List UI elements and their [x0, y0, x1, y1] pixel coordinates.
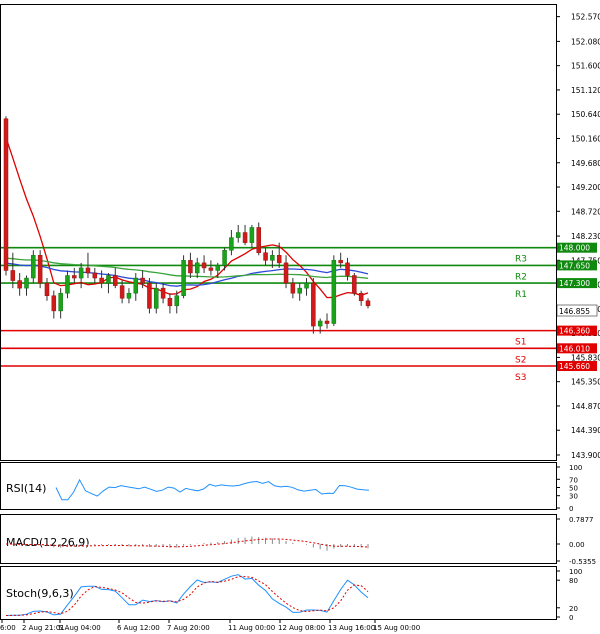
trading-chart: 152.570 152.080 151.600 151.120 150.640 150.1…	[0, 4, 600, 632]
candle	[311, 278, 316, 334]
price-tick-label: 151.600	[571, 62, 600, 71]
price-tick-label: 144.870	[571, 402, 600, 411]
last-price-label: 146.855	[559, 307, 590, 316]
time-label: 12 Aug 08:00	[278, 624, 325, 632]
level-name-s3: S3	[515, 373, 526, 383]
price-panel-frame	[0, 4, 557, 461]
indicator-tick-label: 20	[569, 605, 578, 613]
candle	[331, 255, 337, 327]
level-name-r1: R1	[515, 290, 527, 300]
rsi-panel-frame	[0, 462, 557, 510]
indicator-tick-label: 50	[569, 485, 578, 493]
price-tick-label: 150.160	[571, 134, 600, 143]
indicator-tick-label: 0	[569, 505, 573, 513]
level-price-label: 147.650	[559, 261, 590, 270]
time-label: 6 Aug 12:00	[117, 624, 160, 632]
price-tick-label: 152.570	[571, 13, 600, 22]
indicator-tick-label: 30	[569, 493, 578, 501]
level-price-label: 145.660	[559, 362, 590, 371]
macd-title: MACD(12,26,9)	[6, 536, 90, 549]
level-name-s1: S1	[515, 338, 526, 348]
time-label: 15 Aug 00:00	[373, 624, 420, 632]
price-tick-label: 149.200	[571, 183, 600, 192]
level-name-r3: R3	[515, 255, 527, 265]
time-label: 7 Aug 20:00	[167, 624, 210, 632]
candle	[181, 255, 186, 299]
time-label: 6:00	[0, 624, 16, 632]
candle	[3, 116, 9, 276]
indicator-tick-label: 80	[569, 577, 578, 585]
candle	[37, 250, 43, 289]
indicator-axes: 10070503000.78770.00-0.535510080200	[556, 464, 596, 622]
level-name-r2: R2	[515, 272, 527, 282]
price-tick-label: 149.680	[571, 159, 600, 168]
price-tick-label: 148.720	[571, 207, 600, 216]
level-name-s2: S2	[515, 355, 526, 365]
candle	[256, 222, 261, 256]
indicator-tick-label: 0.7877	[569, 516, 594, 524]
time-axis: 6:00 2 Aug 21:015 Aug 04:00 6 Aug 12:00 7 A…	[0, 620, 420, 632]
level-price-label: 146.360	[559, 327, 590, 336]
price-axis: 152.570 152.080 151.600 151.120 150.640 150.1…	[556, 13, 600, 460]
price-tick-label: 148.230	[571, 232, 600, 241]
stoch-title: Stoch(9,6,3)	[6, 587, 74, 600]
rsi-title: RSI(14)	[6, 482, 46, 495]
indicator-tick-label: -0.5355	[569, 558, 596, 566]
time-label: 13 Aug 16:00	[328, 624, 375, 632]
candle	[147, 278, 152, 314]
indicator-tick-label: 70	[569, 476, 578, 484]
indicator-tick-label: 0	[569, 614, 573, 622]
price-tick-label: 145.350	[571, 378, 600, 387]
candle	[352, 272, 357, 296]
level-price-label: 147.300	[559, 279, 590, 288]
time-label: 11 Aug 00:00	[228, 624, 275, 632]
level-price-label: 146.010	[559, 344, 590, 353]
stoch-panel-frame	[0, 566, 557, 620]
price-tick-label: 151.120	[571, 86, 600, 95]
indicator-tick-label: 0.00	[569, 541, 585, 549]
indicator-tick-label: 100	[569, 568, 582, 576]
price-tick-label: 150.640	[571, 110, 600, 119]
indicator-tick-label: 100	[569, 464, 582, 472]
last-price-marker: 146.855	[556, 304, 598, 317]
candle	[31, 250, 36, 284]
level-price-label: 148.000	[559, 244, 590, 253]
price-tick-label: 143.900	[571, 451, 600, 460]
time-label: 5 Aug 04:00	[58, 624, 101, 632]
price-tick-label: 144.390	[571, 426, 600, 435]
price-tick-label: 152.080	[571, 37, 600, 46]
